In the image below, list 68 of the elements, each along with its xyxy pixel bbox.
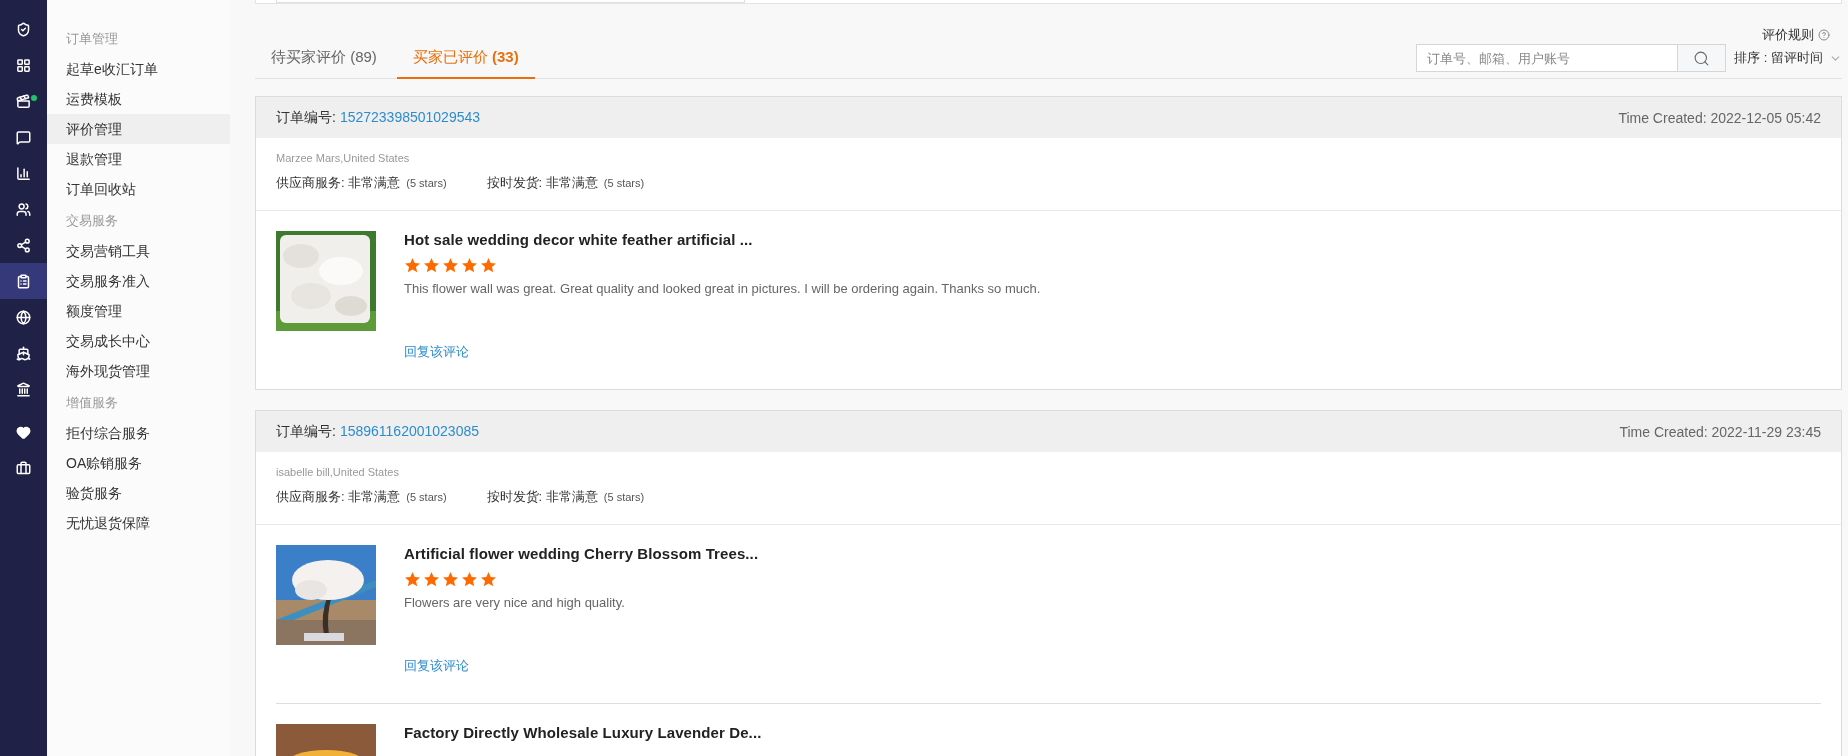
buyer-name: isabelle bill,United States [276, 466, 400, 478]
rating-text: 按时发货: 非常满意 [486, 175, 598, 190]
created-time: Time Created: 2022-11-29 23:45 [1619, 423, 1821, 440]
review-comment: Flowers are very nice and high quality. [404, 594, 626, 612]
sort-dropdown[interactable]: 排序 : 留评时间 [1734, 49, 1842, 67]
star-icon [480, 257, 497, 274]
star-icon [461, 571, 478, 588]
star-icon [480, 571, 497, 588]
rating-text: 按时发货: 非常满意 [486, 489, 598, 504]
star-icon [442, 257, 459, 274]
search-field[interactable]: 订单号、邮箱、用户账号 [1416, 44, 1678, 72]
chat-icon [16, 129, 31, 145]
menu-item[interactable]: 起草e收汇订单 [47, 54, 230, 84]
globe-icon [16, 309, 31, 325]
stars-text: (5 stars) [603, 177, 645, 189]
menu-item[interactable]: OA赊销服务 [47, 448, 230, 478]
menu-item[interactable]: 订单回收站 [47, 174, 230, 204]
star-icon [423, 571, 440, 588]
menu-item[interactable]: 验货服务 [47, 478, 230, 508]
rating-text: 供应商服务: 非常满意 [276, 175, 401, 190]
heart-icon [16, 424, 31, 440]
stars-text: (5 stars) [603, 491, 645, 503]
bank-icon [16, 381, 31, 397]
menu-group-title: 增值服务 [65, 394, 119, 412]
star-icon [442, 571, 459, 588]
order-label: 订单编号: [276, 422, 336, 439]
briefcase-icon [16, 460, 31, 476]
star-icon [461, 257, 478, 274]
menu-item[interactable]: 交易服务准入 [47, 266, 230, 296]
review-comment: This flower wall was great. Great quality and looked great in pictures. I will be ordering again. Thanks so much. [404, 280, 1041, 298]
star-icon [404, 257, 421, 274]
menu-item[interactable]: 交易营销工具 [47, 236, 230, 266]
menu-group-title: 订单管理 [65, 30, 119, 48]
shield-icon [16, 21, 31, 37]
menu-item[interactable]: 拒付综合服务 [47, 418, 230, 448]
rules-link[interactable]: 评价规则 [1762, 26, 1814, 44]
video-icon [16, 93, 31, 109]
star-icon [423, 257, 440, 274]
product-title: Artificial flower wedding Cherry Blossom Trees... [404, 545, 759, 562]
product-title: Factory Directly Wholesale Luxury Lavender De... [404, 724, 762, 741]
star-icon [404, 571, 421, 588]
stars-text: (5 stars) [406, 491, 447, 503]
menu-item[interactable]: 额度管理 [47, 296, 230, 326]
reply-link[interactable]: 回复该评论 [404, 657, 759, 675]
buyer-name: Marzee Mars,United States [276, 152, 411, 164]
share-icon [16, 237, 31, 253]
tab[interactable]: 待买家评价 (89) [255, 48, 393, 79]
menu-item[interactable]: 退款管理 [47, 144, 230, 174]
sidebar-nav-item[interactable] [0, 263, 47, 299]
stars-text: (5 stars) [406, 177, 447, 189]
ship-icon [16, 345, 31, 361]
search-button[interactable] [1677, 44, 1727, 72]
search-icon [1693, 49, 1711, 67]
menu-item[interactable]: 评价管理 [47, 114, 230, 144]
menu-group-title: 交易服务 [65, 212, 119, 230]
reply-link[interactable]: 回复该评论 [404, 343, 1041, 361]
menu-item[interactable]: 无忧退货保障 [47, 508, 230, 538]
menu-item[interactable]: 海外现货管理 [47, 356, 230, 386]
users-icon [16, 201, 31, 217]
rating-text: 供应商服务: 非常满意 [276, 489, 401, 504]
menu-item[interactable]: 交易成长中心 [47, 326, 230, 356]
product-title: Hot sale wedding decor white feather artificial ... [404, 231, 754, 248]
order-label: 订单编号: [276, 108, 336, 125]
clipboard-icon [16, 273, 31, 289]
grid-icon [16, 57, 31, 73]
bar-chart-icon [16, 165, 31, 181]
created-time: Time Created: 2022-12-05 05:42 [1618, 109, 1821, 126]
menu-item[interactable]: 运费模板 [47, 84, 230, 114]
